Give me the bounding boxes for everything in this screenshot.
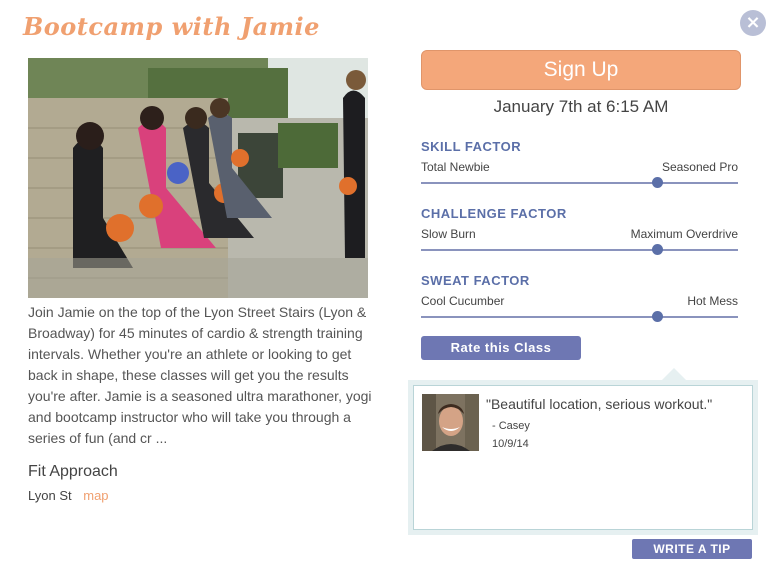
sign-up-button[interactable]: Sign Up	[421, 50, 741, 90]
map-link[interactable]: map	[83, 488, 108, 503]
tip-quote: "Beautiful location, serious workout."	[486, 396, 713, 412]
location-name: Lyon St	[28, 488, 72, 503]
factor-slider-dot	[652, 177, 664, 188]
factor-slider-track	[421, 244, 738, 255]
class-date-time: January 7th at 6:15 AM	[493, 97, 669, 116]
class-location: Lyon St map	[28, 488, 109, 503]
factor-high-label: Maximum Overdrive	[630, 227, 738, 241]
factor-title: SWEAT FACTOR	[421, 273, 530, 288]
tip-date: 10/9/14	[492, 438, 529, 450]
factor-slider-dot	[652, 311, 664, 322]
class-title: Bootcamp with Jamie	[23, 12, 320, 41]
factor-high-label: Hot Mess	[687, 294, 738, 308]
factor-low-label: Cool Cucumber	[421, 294, 505, 308]
close-icon[interactable]: ×	[740, 10, 766, 36]
factor-title: CHALLENGE FACTOR	[421, 206, 567, 221]
factor-high-label: Seasoned Pro	[661, 160, 738, 174]
challenge-factor: CHALLENGE FACTOR Slow Burn Maximum Overd…	[421, 206, 738, 255]
rate-class-button[interactable]: Rate this Class	[421, 336, 581, 360]
factor-slider-track	[421, 177, 738, 188]
class-photo	[28, 58, 368, 298]
factor-low-label: Slow Burn	[421, 227, 476, 241]
studio-name: Fit Approach	[28, 463, 118, 480]
class-description: Join Jamie on the top of the Lyon Street…	[28, 304, 372, 446]
skill-factor: SKILL FACTOR Total Newbie Seasoned Pro	[421, 139, 738, 188]
tips-pointer	[662, 368, 686, 380]
factor-title: SKILL FACTOR	[421, 139, 522, 154]
factor-slider-track	[421, 311, 738, 322]
write-tip-button[interactable]: WRITE A TIP	[632, 539, 752, 559]
sweat-factor: SWEAT FACTOR Cool Cucumber Hot Mess	[421, 273, 738, 322]
tips-list[interactable]: "Beautiful location, serious workout." -…	[413, 385, 753, 530]
factor-low-label: Total Newbie	[421, 160, 490, 174]
factor-slider-dot	[652, 244, 664, 255]
avatar	[422, 394, 479, 451]
class-detail-modal: × Bootcamp with Jamie Join Jamie on the …	[0, 0, 778, 575]
tip-author: - Casey	[492, 420, 530, 432]
